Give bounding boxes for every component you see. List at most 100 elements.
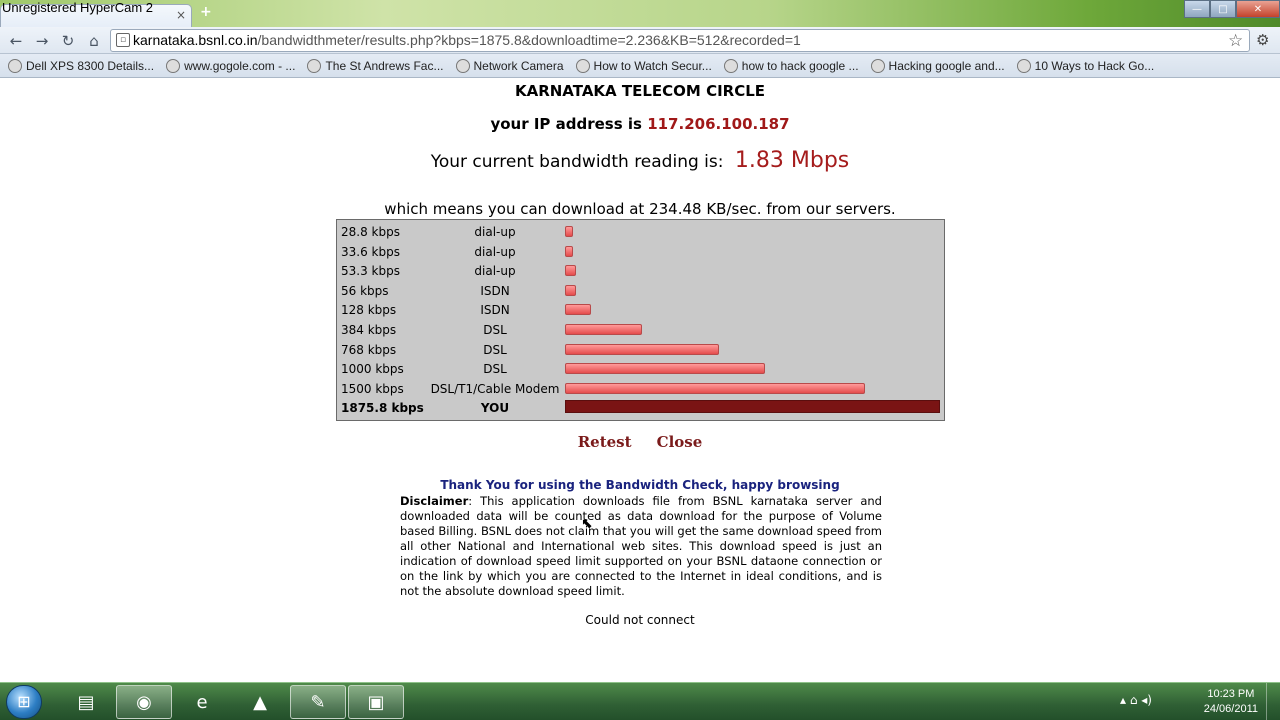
tab-close-icon[interactable]: × — [176, 8, 186, 22]
google-favicon-icon — [307, 58, 322, 73]
chart-row: 53.3 kbps dial-up — [337, 260, 944, 280]
ip-label: your IP address is — [490, 115, 642, 133]
clock-time: 10:23 PM — [1207, 688, 1255, 700]
chart-row: 1000 kbps DSL — [337, 358, 944, 378]
chart-row-type: dial-up — [474, 264, 516, 279]
minimize-button[interactable]: — — [1184, 0, 1210, 18]
chart-row-speed: 56 kbps — [341, 283, 389, 298]
chart-bar — [565, 343, 719, 355]
chart-row-speed: 1875.8 kbps — [341, 401, 424, 416]
disclaimer-text: : This application downloads file from B… — [400, 494, 882, 598]
chart-row-type: DSL — [483, 323, 507, 337]
chart-row: 33.6 kbps dial-up — [337, 241, 944, 261]
chart-row-speed: 1500 kbps — [341, 381, 404, 396]
close-window-button[interactable]: ✕ — [1236, 0, 1280, 18]
globe-favicon-icon — [455, 58, 470, 73]
chart-bar — [565, 226, 573, 237]
chart-row-type: DSL — [483, 362, 507, 377]
disclaimer: Disclaimer: This application downloads f… — [400, 494, 882, 599]
chart-row: 28.8 kbps dial-up — [337, 221, 944, 241]
google-favicon-icon — [166, 58, 181, 73]
chart-row-speed: 768 kbps — [341, 342, 397, 357]
taskbar-ie-icon[interactable]: e — [174, 685, 230, 719]
chart-row-type: dial-up — [474, 225, 516, 239]
bookmark-item[interactable]: Network Camera — [455, 58, 564, 73]
taskbar-app-icon[interactable]: ▣ — [348, 685, 404, 719]
address-bar[interactable]: karnataka.bsnl.co.in/bandwidthmeter/resu… — [110, 29, 1250, 52]
globe-favicon-icon — [1016, 58, 1031, 73]
chart-row-speed: 128 kbps — [341, 303, 397, 318]
bookmark-item[interactable]: Dell XPS 8300 Details... — [8, 58, 154, 73]
taskbar: ⊞ ▤ ◉ e ▲ ✎ ▣ ▴ ⌂ ◂) 10:23 PM 24/06/2011 — [0, 682, 1280, 720]
chart-row: 128 kbps ISDN — [337, 299, 944, 319]
mouse-cursor-icon: ⬉ — [581, 516, 593, 532]
clock-date: 24/06/2011 — [1203, 703, 1258, 715]
chart-bar — [565, 400, 940, 414]
reload-icon[interactable]: ↻ — [58, 31, 78, 51]
chart-row: 768 kbps DSL — [337, 339, 944, 359]
chart-bar — [565, 363, 765, 375]
url-host: karnataka.bsnl.co.in — [133, 32, 258, 48]
retest-link[interactable]: Retest — [578, 433, 632, 451]
tray-icons[interactable]: ▴ ⌂ ◂) — [1120, 693, 1152, 707]
bookmark-item[interactable]: The St Andrews Fac... — [307, 58, 444, 73]
chart-row: 56 kbps ISDN — [337, 280, 944, 300]
bandwidth-comparison-chart: 28.8 kbps dial-up 33.6 kbps dial-up 53.3 kbp… — [336, 219, 945, 421]
bookmark-item[interactable]: how to hack google ... — [723, 58, 859, 73]
chart-row-type: dial-up — [474, 244, 516, 259]
ip-value: 117.206.100.187 — [647, 115, 790, 133]
chart-bar — [565, 304, 591, 316]
browser-toolbar: ← → ↻ ⌂ karnataka.bsnl.co.in/bandwidthme… — [0, 27, 1280, 54]
hypercam-watermark: Unregistered HyperCam 2 — [2, 0, 154, 15]
action-links: Retest Close — [0, 432, 1280, 451]
chart-row-speed: 384 kbps — [341, 323, 397, 337]
back-arrow-icon[interactable]: ← — [6, 31, 26, 51]
chart-row-type: YOU — [480, 401, 510, 416]
taskbar-chrome-icon[interactable]: ◉ — [116, 685, 172, 719]
chart-row-speed: 33.6 kbps — [341, 244, 400, 259]
globe-favicon-icon — [723, 58, 738, 73]
home-icon[interactable]: ⌂ — [84, 31, 104, 51]
window-controls: — □ ✕ — [1184, 0, 1280, 18]
bandwidth-label: Your current bandwidth reading is: — [430, 152, 724, 172]
chart-row-type: DSL — [483, 342, 507, 357]
taskbar-vlc-icon[interactable]: ▲ — [232, 685, 288, 719]
taskbar-explorer-icon[interactable]: ▤ — [58, 685, 114, 719]
chart-row: 1500 kbps DSL/T1/Cable Modem — [337, 378, 944, 398]
chart-bar — [565, 382, 865, 394]
chart-row: 384 kbps DSL — [337, 319, 944, 339]
bookmarks-bar: Dell XPS 8300 Details... www.gogole.com … — [0, 54, 1280, 78]
forward-arrow-icon[interactable]: → — [32, 31, 52, 51]
close-link[interactable]: Close — [657, 433, 703, 451]
start-button[interactable]: ⊞ — [6, 685, 42, 719]
bookmark-favicon-icon — [8, 58, 22, 73]
show-desktop-button[interactable] — [1266, 683, 1280, 720]
system-tray: ▴ ⌂ ◂) 10:23 PM 24/06/2011 — [1120, 683, 1280, 720]
bookmark-item[interactable]: www.gogole.com - ... — [166, 58, 295, 73]
download-speed-line: which means you can download at 234.48 K… — [384, 200, 896, 218]
bookmark-item[interactable]: Hacking google and... — [870, 58, 1005, 73]
chart-row: 1875.8 kbps YOU — [337, 397, 944, 417]
bookmark-star-icon[interactable]: ☆ — [1228, 31, 1243, 51]
chart-bar — [565, 265, 576, 277]
bookmark-item[interactable]: How to Watch Secur... — [575, 58, 712, 73]
wrench-menu-icon[interactable]: ⚙ — [1256, 31, 1269, 49]
chart-row-speed: 1000 kbps — [341, 362, 404, 377]
chart-row-type: ISDN — [480, 303, 510, 318]
chart-row-speed: 53.3 kbps — [341, 264, 400, 279]
bandwidth-value: 1.83 Mbps — [734, 148, 850, 173]
chart-bar — [565, 284, 577, 296]
thanks-message: Thank You for using the Bandwidth Check,… — [440, 478, 840, 492]
chart-row-type: DSL/T1/Cable Modem — [430, 381, 560, 396]
title-bar: × Unregistered HyperCam 2 + — □ ✕ — [0, 0, 1280, 27]
taskbar-hypercam-icon[interactable]: ✎ — [290, 685, 346, 719]
page-icon: ▫ — [116, 33, 130, 47]
new-tab-button[interactable]: + — [200, 4, 212, 20]
maximize-button[interactable]: □ — [1210, 0, 1236, 18]
clock[interactable]: 10:23 PM 24/06/2011 — [1204, 687, 1258, 717]
page-title: KARNATAKA TELECOM CIRCLE — [514, 82, 766, 100]
bandwidth-line: Your current bandwidth reading is: 1.83 … — [0, 148, 1280, 173]
chart-row-speed: 28.8 kbps — [341, 225, 400, 239]
globe-favicon-icon — [870, 58, 885, 73]
bookmark-item[interactable]: 10 Ways to Hack Go... — [1016, 58, 1154, 73]
